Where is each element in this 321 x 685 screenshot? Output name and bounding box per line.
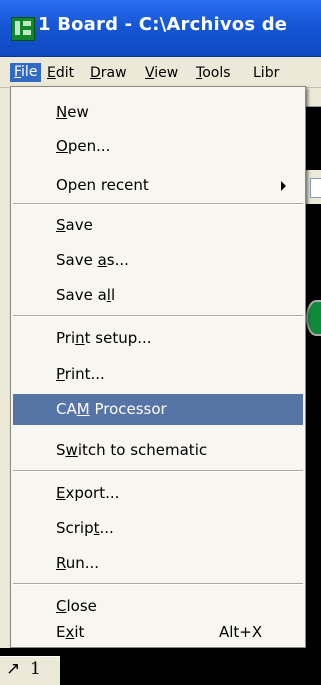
- menu-library[interactable]: Libr: [253, 65, 279, 81]
- menu-separator: [13, 583, 303, 585]
- menu-item-save-as[interactable]: Save as...: [13, 245, 303, 276]
- menu-item-switch-to-schematic[interactable]: Switch to schematic: [13, 435, 303, 466]
- window-title: 1 Board - C:\Archivos de: [38, 14, 288, 35]
- menu-item-open-recent[interactable]: Open recent: [13, 170, 303, 201]
- menu-item-save-all[interactable]: Save all: [13, 280, 303, 311]
- menu-separator: [13, 470, 303, 472]
- menu-item-script[interactable]: Script...: [13, 513, 303, 544]
- menu-item-open[interactable]: Open...: [13, 131, 303, 162]
- menu-separator: [13, 315, 303, 317]
- menu-item-print-setup[interactable]: Print setup...: [13, 323, 303, 354]
- board-pad: [306, 300, 321, 336]
- route-tool-icon[interactable]: ↗: [6, 659, 20, 679]
- menu-bar: File Edit Draw View Tools Libr: [0, 57, 321, 88]
- shortcut-label: Alt+X: [219, 623, 263, 641]
- title-bar: 1 Board - C:\Archivos de: [0, 0, 321, 57]
- menu-item-exit[interactable]: Exit Alt+X: [13, 617, 303, 648]
- menu-item-cam-processor[interactable]: CAM Processor: [13, 394, 303, 425]
- menu-tools[interactable]: Tools: [196, 65, 231, 81]
- toolbar-field: [304, 170, 321, 204]
- menu-item-new[interactable]: New: [13, 97, 303, 128]
- submenu-arrow-icon: [281, 181, 286, 191]
- menu-item-print[interactable]: Print...: [13, 359, 303, 390]
- menu-view[interactable]: View: [145, 65, 178, 81]
- menu-item-run[interactable]: Run...: [13, 548, 303, 579]
- file-menu-dropdown: New Open... Open recent Save Save as... …: [10, 86, 306, 648]
- menu-item-export[interactable]: Export...: [13, 478, 303, 509]
- menu-item-save[interactable]: Save: [13, 210, 303, 241]
- menu-edit[interactable]: Edit: [47, 65, 74, 81]
- menu-separator: [13, 203, 303, 205]
- eagle-board-icon: [11, 17, 35, 41]
- toolbar-strip: [304, 88, 321, 107]
- menu-file[interactable]: File: [10, 63, 42, 82]
- menu-draw[interactable]: Draw: [90, 65, 127, 81]
- bottom-tool-panel: ↗ 1: [0, 656, 60, 685]
- tool-number: 1: [30, 659, 41, 679]
